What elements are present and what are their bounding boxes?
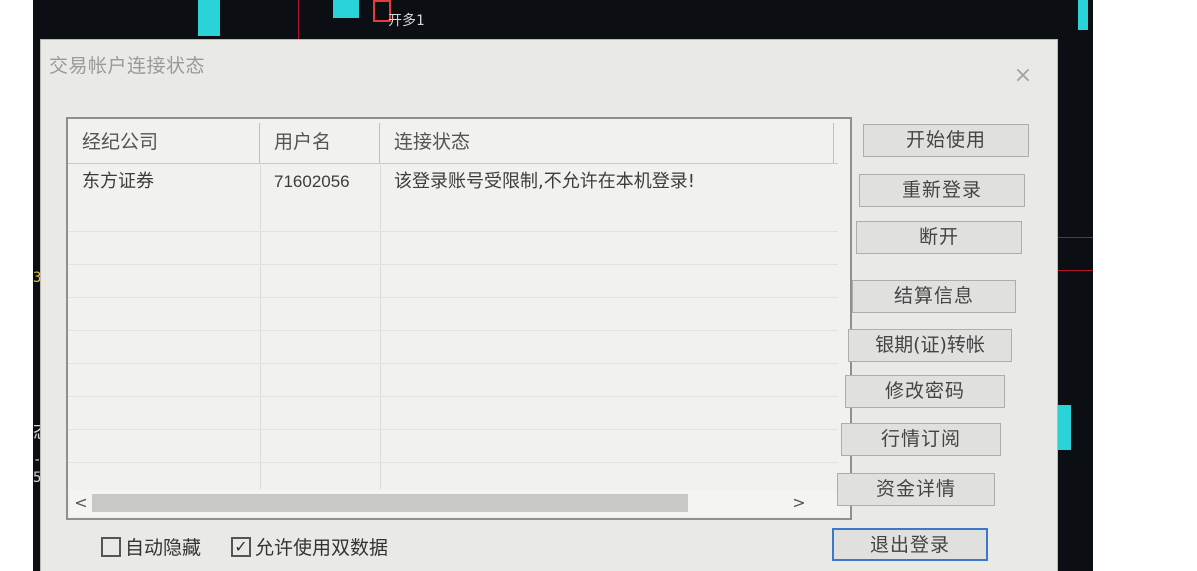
- market-subscribe-button[interactable]: 行情订阅: [841, 423, 1001, 456]
- auto-hide-label: 自动隐藏: [125, 537, 202, 559]
- chart-gridline: [298, 0, 299, 40]
- grid-line: [68, 264, 838, 265]
- grid-line: [68, 396, 838, 397]
- cell-broker: 东方证券: [82, 171, 154, 192]
- column-header-broker[interactable]: 经纪公司: [68, 123, 260, 163]
- table-row[interactable]: 东方证券 71602056 该登录账号受限制,不允许在本机登录!: [68, 165, 838, 199]
- chart-label: 开多1: [388, 13, 425, 29]
- grid-line: [68, 462, 838, 463]
- settlement-info-button[interactable]: 结算信息: [852, 280, 1016, 313]
- auto-hide-checkbox[interactable]: [101, 536, 121, 557]
- grid-line: [260, 163, 261, 489]
- list-header: 经纪公司 用户名 连接状态: [68, 123, 838, 164]
- grid-line: [68, 231, 838, 232]
- close-icon[interactable]: ×: [1011, 64, 1035, 88]
- start-button[interactable]: 开始使用: [863, 124, 1029, 157]
- relogin-button[interactable]: 重新登录: [859, 174, 1025, 207]
- grid-line: [68, 429, 838, 430]
- dual-data-checkbox[interactable]: ✓: [231, 536, 251, 557]
- logout-button[interactable]: 退出登录: [832, 528, 988, 561]
- cell-username: 71602056: [274, 172, 350, 191]
- dialog-title: 交易帐户连接状态: [49, 55, 206, 77]
- grid-line: [380, 163, 381, 489]
- connection-list[interactable]: 经纪公司 用户名 连接状态 东方证券 71602056 该登录账号受限制,不允许…: [66, 117, 852, 520]
- column-header-username[interactable]: 用户名: [260, 123, 380, 163]
- scroll-left-icon[interactable]: <: [72, 490, 90, 516]
- bank-transfer-button[interactable]: 银期(证)转帐: [848, 329, 1012, 362]
- grid-line: [68, 363, 838, 364]
- chart-candle: [333, 0, 359, 18]
- scroll-right-icon[interactable]: >: [790, 490, 808, 516]
- scrollbar-thumb[interactable]: [92, 494, 688, 512]
- fund-details-button[interactable]: 资金详情: [837, 473, 995, 506]
- disconnect-button[interactable]: 断开: [856, 221, 1022, 254]
- auto-hide-checkbox-wrap[interactable]: 自动隐藏: [101, 533, 201, 560]
- grid-line: [68, 297, 838, 298]
- dual-data-checkbox-wrap[interactable]: ✓ 允许使用双数据: [231, 533, 388, 560]
- column-header-status[interactable]: 连接状态: [380, 123, 834, 163]
- dual-data-label: 允许使用双数据: [255, 537, 389, 559]
- horizontal-scrollbar[interactable]: < >: [70, 490, 840, 516]
- change-password-button[interactable]: 修改密码: [845, 375, 1005, 408]
- chart-candle: [198, 0, 220, 36]
- chart-candle: [1078, 0, 1088, 30]
- account-connection-dialog: 交易帐户连接状态 × 经纪公司 用户名 连接状态 东方证券 71602056 该…: [41, 40, 1057, 571]
- grid-line: [68, 330, 838, 331]
- cell-status: 该登录账号受限制,不允许在本机登录!: [394, 171, 695, 192]
